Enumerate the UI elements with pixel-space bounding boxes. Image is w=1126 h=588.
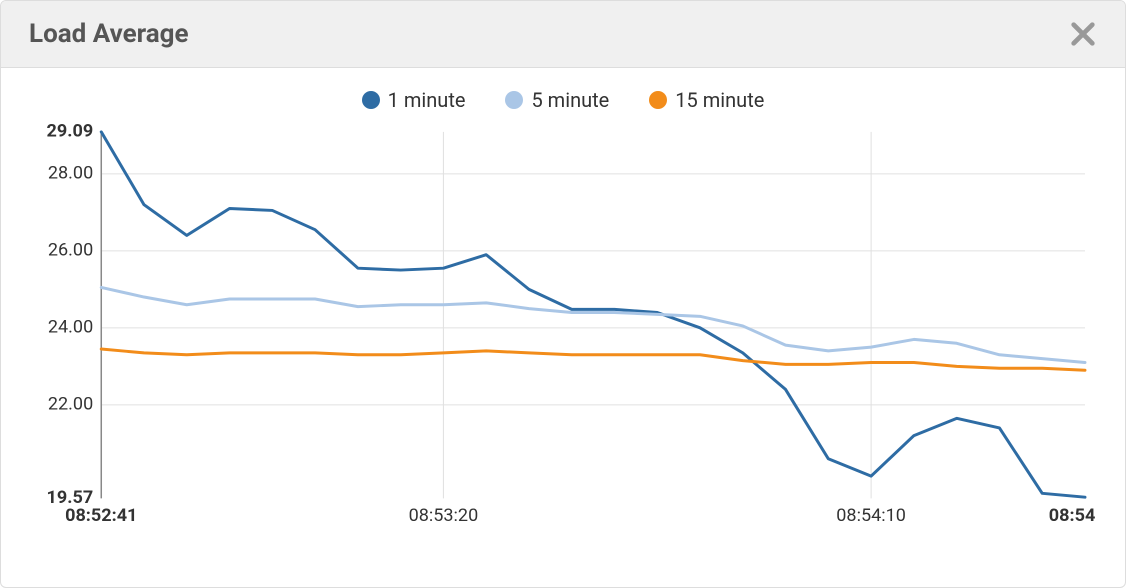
y-tick-label: 24.00 — [48, 317, 93, 338]
legend-item-15min[interactable]: 15 minute — [649, 88, 764, 112]
panel-title: Load Average — [29, 19, 189, 49]
load-average-panel: Load Average 1 minute 5 minute 15 minute… — [0, 0, 1126, 588]
x-tick-label: 08:53:20 — [409, 505, 479, 526]
series-line-5-minute — [101, 287, 1085, 362]
chart-legend: 1 minute 5 minute 15 minute — [31, 88, 1095, 112]
y-tick-label: 28.00 — [48, 163, 93, 184]
series-line-15-minute — [101, 349, 1085, 370]
y-tick-label: 26.00 — [48, 240, 93, 261]
x-tick-label: 08:54:10 — [836, 505, 906, 526]
y-tick-label: 29.09 — [47, 122, 94, 142]
legend-label: 1 minute — [388, 88, 466, 112]
legend-dot-icon — [505, 91, 523, 109]
legend-label: 15 minute — [675, 88, 764, 112]
chart-svg: 19.5722.0024.0026.0028.0029.0908:52:4108… — [31, 122, 1095, 538]
panel-header: Load Average — [1, 1, 1125, 68]
x-tick-label: 08:54:36 — [1049, 505, 1095, 526]
legend-item-5min[interactable]: 5 minute — [505, 88, 609, 112]
close-icon[interactable] — [1069, 20, 1097, 48]
panel-body: 1 minute 5 minute 15 minute 19.5722.0024… — [1, 68, 1125, 584]
legend-label: 5 minute — [531, 88, 609, 112]
legend-dot-icon — [362, 91, 380, 109]
legend-dot-icon — [649, 91, 667, 109]
chart-area: 19.5722.0024.0026.0028.0029.0908:52:4108… — [31, 122, 1095, 538]
legend-item-1min[interactable]: 1 minute — [362, 88, 466, 112]
y-tick-label: 22.00 — [48, 394, 93, 415]
x-tick-label: 08:52:41 — [65, 505, 137, 526]
series-line-1-minute — [101, 132, 1085, 497]
